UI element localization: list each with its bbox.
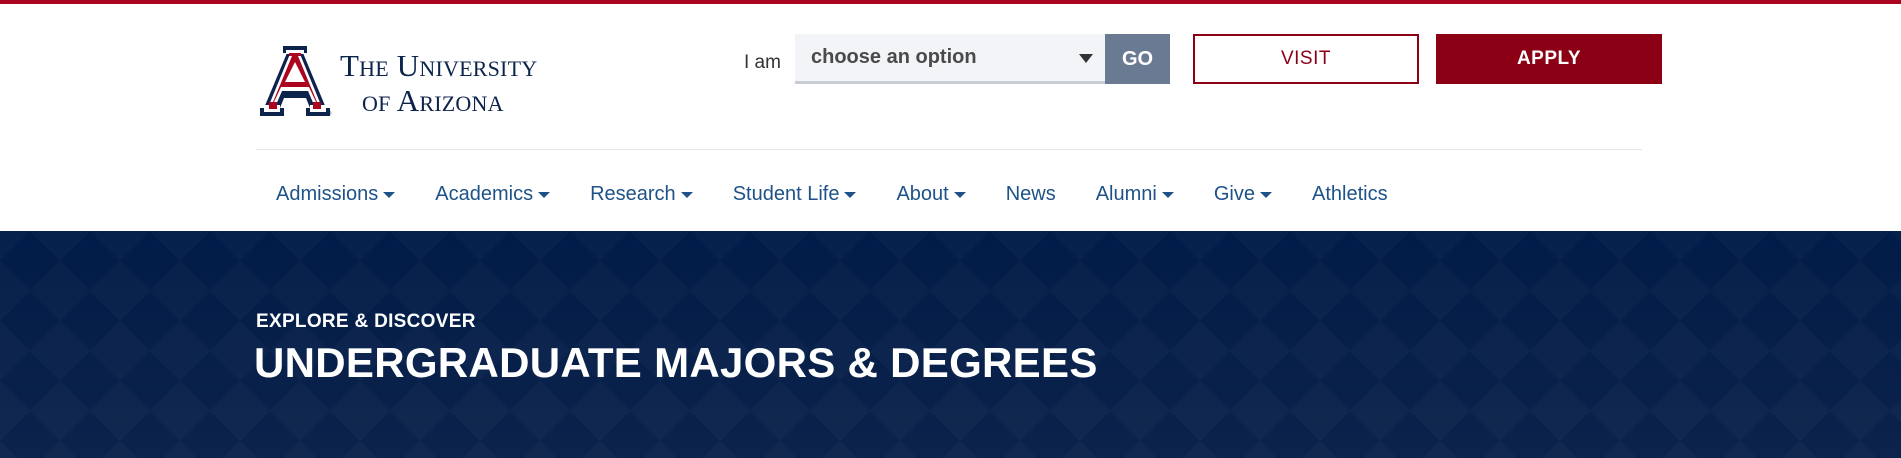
- go-button[interactable]: GO: [1105, 34, 1170, 84]
- block-a-logo-icon: ®: [260, 46, 332, 116]
- nav-item-give[interactable]: Give: [1194, 183, 1292, 206]
- page-title: UNDERGRADUATE MAJORS & DEGREES: [254, 339, 1098, 386]
- visit-button[interactable]: VISIT: [1193, 34, 1419, 84]
- nav-item-label: News: [1005, 182, 1056, 205]
- main-navigation: Admissions Academics Research Student Li…: [256, 176, 1408, 212]
- audience-label: I am: [744, 52, 781, 73]
- caret-down-icon: [538, 192, 551, 198]
- hero-banner: EXPLORE & DISCOVER UNDERGRADUATE MAJORS …: [0, 231, 1901, 458]
- caret-down-icon: [383, 192, 396, 198]
- audience-select-value: choose an option: [811, 46, 977, 68]
- nav-item-student-life[interactable]: Student Life: [713, 183, 877, 206]
- caret-down-icon: [1079, 54, 1093, 63]
- svg-text:®: ®: [327, 110, 332, 116]
- caret-down-icon: [953, 192, 966, 198]
- caret-down-icon: [844, 192, 857, 198]
- nav-item-label: Admissions: [276, 182, 379, 205]
- caret-down-icon: [1161, 192, 1174, 198]
- nav-item-label: About: [896, 182, 949, 205]
- university-wordmark: The University of Arizona: [340, 50, 537, 116]
- nav-item-label: Athletics: [1311, 182, 1388, 205]
- nav-item-news[interactable]: News: [986, 183, 1076, 206]
- nav-item-alumni[interactable]: Alumni: [1076, 183, 1194, 206]
- hero-eyebrow: EXPLORE & DISCOVER: [256, 311, 476, 332]
- nav-item-research[interactable]: Research: [570, 183, 713, 206]
- audience-select[interactable]: choose an option: [795, 34, 1105, 84]
- nav-item-about[interactable]: About: [876, 183, 985, 206]
- nav-item-athletics[interactable]: Athletics: [1292, 183, 1408, 206]
- nav-item-label: Research: [590, 182, 676, 205]
- apply-button[interactable]: APPLY: [1436, 34, 1662, 84]
- nav-item-label: Give: [1213, 182, 1255, 205]
- nav-item-label: Alumni: [1095, 182, 1157, 205]
- wordmark-line-2: of Arizona: [362, 83, 504, 118]
- nav-item-academics[interactable]: Academics: [415, 183, 570, 206]
- nav-item-admissions[interactable]: Admissions: [256, 183, 415, 206]
- caret-down-icon: [680, 192, 693, 198]
- wordmark-line-1: The University: [340, 48, 538, 83]
- caret-down-icon: [1259, 192, 1272, 198]
- nav-item-label: Academics: [435, 182, 534, 205]
- nav-item-label: Student Life: [732, 182, 840, 205]
- site-header: ® The University of Arizona I am choose …: [0, 4, 1901, 231]
- header-divider: [256, 149, 1642, 150]
- university-logo[interactable]: ® The University of Arizona: [256, 46, 556, 116]
